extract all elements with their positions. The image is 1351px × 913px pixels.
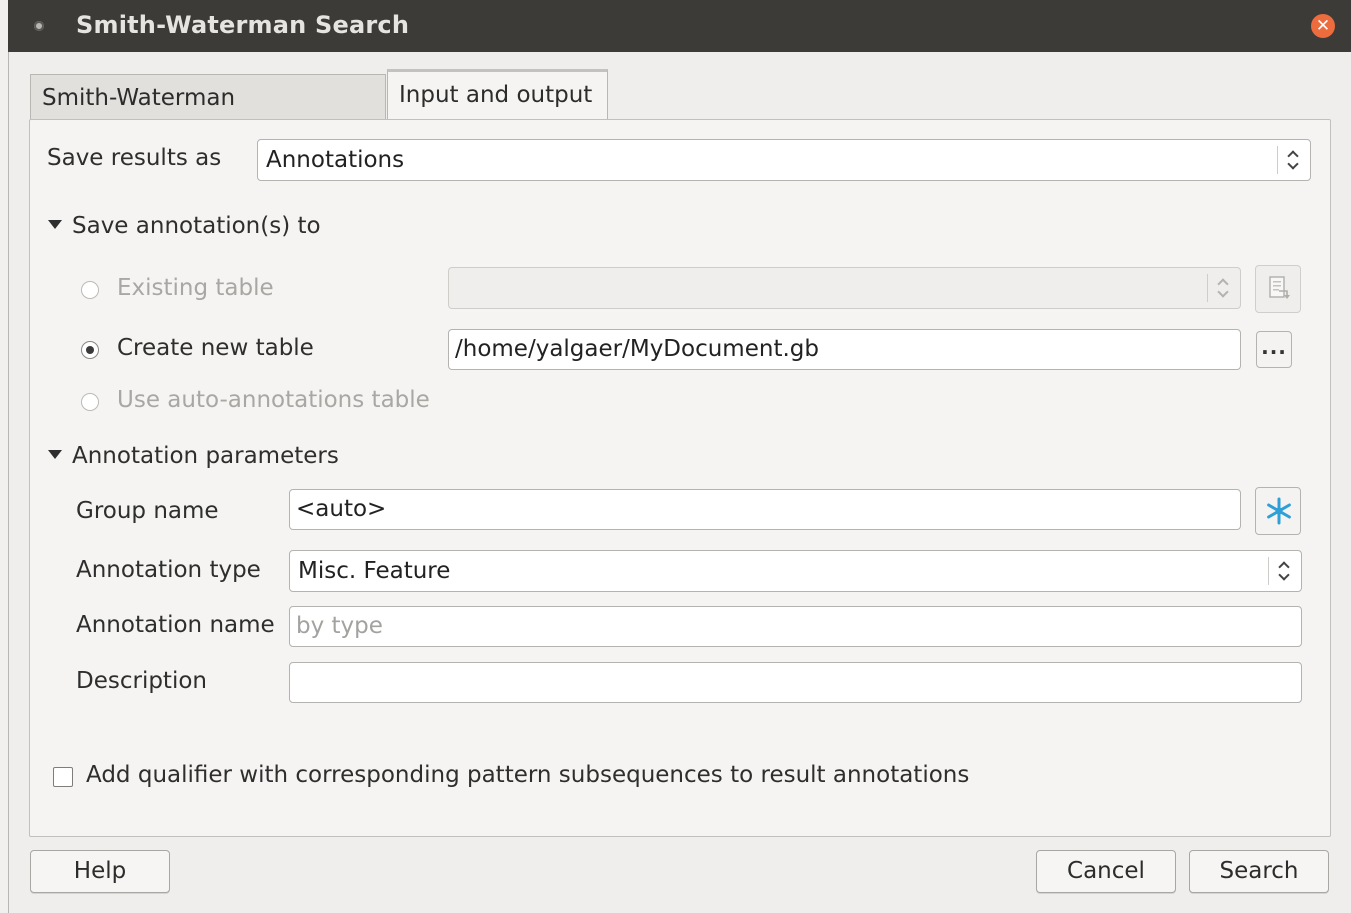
combo-arrows-icon xyxy=(1207,274,1240,302)
collapse-triangle-icon xyxy=(48,220,62,229)
annotation-parameters-section[interactable]: Annotation parameters xyxy=(48,443,339,469)
annotation-type-combo[interactable]: Misc. Feature xyxy=(289,550,1302,592)
title-bar[interactable]: Smith-Waterman Search ✕ xyxy=(8,0,1351,52)
create-new-table-radio[interactable] xyxy=(81,341,99,359)
window-title: Smith-Waterman Search xyxy=(76,11,410,39)
description-label: Description xyxy=(76,668,207,694)
description-input[interactable] xyxy=(289,662,1302,703)
auto-annotations-label: Use auto-annotations table xyxy=(117,387,430,413)
tab-smith-waterman-parameters[interactable]: Smith-Waterman parameters xyxy=(30,74,386,157)
combo-arrows-icon xyxy=(1277,146,1310,174)
tab-input-and-output[interactable]: Input and output xyxy=(387,69,608,120)
collapse-triangle-icon xyxy=(48,450,62,459)
snowflake-icon xyxy=(1267,497,1291,525)
browse-button[interactable]: ... xyxy=(1256,331,1292,368)
save-results-label: Save results as xyxy=(47,145,222,171)
group-name-label: Group name xyxy=(76,498,219,524)
open-table-button xyxy=(1255,265,1301,313)
predefined-group-button[interactable] xyxy=(1255,487,1301,535)
cancel-button[interactable]: Cancel xyxy=(1036,850,1176,893)
qualifier-label: Add qualifier with corresponding pattern… xyxy=(86,762,970,788)
help-button[interactable]: Help xyxy=(30,850,170,893)
close-button[interactable]: ✕ xyxy=(1311,14,1335,38)
annotation-name-input[interactable]: by type xyxy=(289,606,1302,647)
window-menu-icon[interactable] xyxy=(34,21,44,31)
existing-table-radio xyxy=(81,281,99,299)
existing-table-label: Existing table xyxy=(117,275,274,301)
annotation-type-label: Annotation type xyxy=(76,557,261,583)
annotation-name-label: Annotation name xyxy=(76,612,275,638)
save-results-combo[interactable]: Annotations xyxy=(257,139,1311,181)
create-new-table-label: Create new table xyxy=(117,335,314,361)
new-table-path-input[interactable]: /home/yalgaer/MyDocument.gb xyxy=(448,329,1241,370)
combo-arrows-icon xyxy=(1268,557,1301,585)
qualifier-checkbox[interactable] xyxy=(53,767,73,787)
save-annotations-section[interactable]: Save annotation(s) to xyxy=(48,213,321,239)
document-icon xyxy=(1269,276,1290,299)
existing-table-combo xyxy=(448,267,1241,309)
group-name-input[interactable]: <auto> xyxy=(289,489,1241,530)
auto-annotations-radio xyxy=(81,393,99,411)
search-button[interactable]: Search xyxy=(1189,850,1329,893)
